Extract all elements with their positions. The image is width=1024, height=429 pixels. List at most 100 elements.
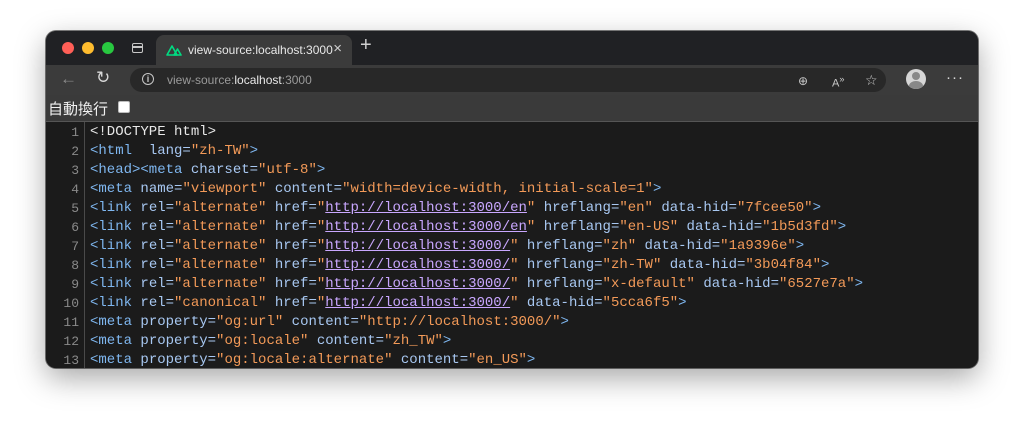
source-line: 11 <meta property="og:url" content="http:…: [46, 313, 978, 332]
code-token: data-hid=: [678, 219, 763, 235]
source-line: 1 <!DOCTYPE html>: [46, 123, 978, 142]
code-token: href=: [266, 238, 317, 254]
tab-actions-icon[interactable]: [132, 43, 143, 53]
new-tab-icon[interactable]: +: [360, 34, 372, 57]
code-token: "zh_TW": [384, 333, 443, 349]
code-token: hreflang=: [518, 238, 603, 254]
code-token: "utf-8": [258, 162, 317, 178]
code-token: <link: [90, 295, 141, 311]
source-line: 10 <link rel="canonical" href= "http://loc…: [46, 294, 978, 313]
code-token: <meta: [90, 333, 141, 349]
code-token: content=: [392, 352, 469, 368]
more-menu-icon[interactable]: ···: [946, 69, 964, 86]
reload-icon[interactable]: ↻: [96, 68, 110, 88]
code-token: hreflang=: [518, 276, 603, 292]
code-token: href=: [266, 276, 317, 292]
line-code: <!DOCTYPE html>: [90, 123, 216, 142]
code-token: <!DOCTYPE html>: [90, 124, 217, 140]
code-token: "5cca6f5": [602, 295, 679, 311]
source-link[interactable]: http://localhost:3000/en: [325, 200, 527, 216]
line-code: <link rel="alternate" href="http://local…: [90, 256, 829, 275]
code-token: "og:locale:alternate": [216, 352, 393, 368]
source-link[interactable]: http://localhost:3000/: [325, 257, 510, 273]
maximize-window-button[interactable]: [102, 42, 114, 54]
code-token: data-hid=: [661, 257, 746, 273]
code-token: charset=: [190, 162, 259, 178]
code-token: "canonical": [174, 295, 267, 311]
line-number: 8: [71, 258, 79, 273]
zoom-icon[interactable]: ⊕: [798, 74, 808, 88]
line-number: 5: [71, 201, 79, 216]
code-token: property=: [140, 333, 217, 349]
line-number: 6: [71, 220, 79, 235]
line-code: <link rel="alternate" href="http://local…: [90, 218, 846, 237]
profile-avatar[interactable]: [906, 69, 926, 89]
info-icon[interactable]: i: [142, 73, 154, 85]
line-code: <meta property="og:url" content="http://…: [90, 313, 569, 332]
code-token: <link: [90, 238, 141, 254]
code-token: ": [510, 257, 519, 273]
code-token: "http://localhost:3000/": [358, 314, 561, 330]
close-window-button[interactable]: [62, 42, 74, 54]
tab-view-source[interactable]: view-source:localhost:3000 ×: [156, 35, 352, 65]
browser-window: view-source:localhost:3000 × + ← ↻ i vie…: [46, 31, 978, 368]
code-token: <meta: [90, 314, 141, 330]
line-wrap-checkbox[interactable]: [118, 101, 130, 113]
code-token: "en-US": [619, 219, 679, 235]
line-code: <meta name="viewport" content="width=dev…: [90, 180, 661, 199]
code-token: hreflang=: [535, 219, 620, 235]
code-token: rel=: [140, 276, 175, 292]
code-token: lang=: [140, 143, 191, 159]
code-token: >: [316, 162, 326, 178]
tab-close-icon[interactable]: ×: [333, 40, 342, 57]
source-link[interactable]: http://localhost:3000/: [325, 238, 510, 254]
code-token: >: [560, 314, 569, 330]
read-aloud-icon[interactable]: A»: [832, 74, 844, 90]
code-token: >: [821, 257, 830, 273]
url-port: :3000: [281, 73, 312, 87]
code-token: "alternate": [174, 219, 267, 235]
code-token: ": [510, 295, 519, 311]
back-arrow-icon[interactable]: ←: [60, 69, 77, 89]
address-url[interactable]: view-source:localhost:3000: [167, 73, 312, 87]
line-number: 2: [71, 144, 79, 159]
address-bar[interactable]: i view-source:localhost:3000 ⊕ A» ☆: [130, 68, 886, 92]
code-token: hreflang=: [535, 200, 620, 216]
source-link[interactable]: http://localhost:3000/: [325, 276, 510, 292]
minimize-window-button[interactable]: [82, 42, 94, 54]
code-token: ": [510, 276, 519, 292]
source-view: 1 <!DOCTYPE html> 2 <html lang= "zh-TW" > 3 <he…: [46, 122, 978, 368]
code-token: <html: [90, 143, 141, 159]
line-number: 11: [63, 315, 79, 330]
source-link[interactable]: http://localhost:3000/: [325, 295, 510, 311]
line-code: <link rel="alternate" href= "http://local…: [90, 237, 804, 256]
line-wrap-bar: 自動換行: [46, 95, 978, 122]
code-token: "zh": [602, 238, 637, 254]
line-number: 1: [71, 125, 79, 140]
code-token: content=: [266, 181, 343, 197]
line-code: <link rel="canonical" href= "http://local…: [90, 294, 687, 313]
favorite-star-icon[interactable]: ☆: [865, 72, 878, 89]
tab-strip: view-source:localhost:3000 × +: [46, 31, 978, 65]
source-line: 3 <head><meta charset="utf-8">: [46, 161, 978, 180]
code-token: >: [442, 333, 452, 349]
code-token: rel=: [140, 200, 175, 216]
code-token: property=: [140, 314, 217, 330]
code-token: rel=: [140, 238, 175, 254]
window-controls: [62, 42, 114, 54]
source-line: 8 <link rel="alternate" href= "http://loca…: [46, 256, 978, 275]
code-token: "zh-TW": [602, 257, 662, 273]
code-token: "6527e7a": [778, 276, 855, 292]
source-line: 6 <link rel="alternate" href="http://loca…: [46, 218, 978, 237]
code-token: "alternate": [174, 238, 267, 254]
code-token: href=: [266, 219, 317, 235]
code-token: ": [510, 238, 519, 254]
code-token: "og:locale": [216, 333, 309, 349]
code-token: href=: [266, 200, 317, 216]
code-token: >: [795, 238, 805, 254]
source-line: 5 <link rel="alternate" href="http://loca…: [46, 199, 978, 218]
line-number: 13: [63, 353, 79, 368]
line-code: <meta property="og:locale" content="zh_T…: [90, 332, 451, 351]
source-link[interactable]: http://localhost:3000/en: [325, 219, 527, 235]
source-line: 4 <meta name="viewport" content="width=de…: [46, 180, 978, 199]
